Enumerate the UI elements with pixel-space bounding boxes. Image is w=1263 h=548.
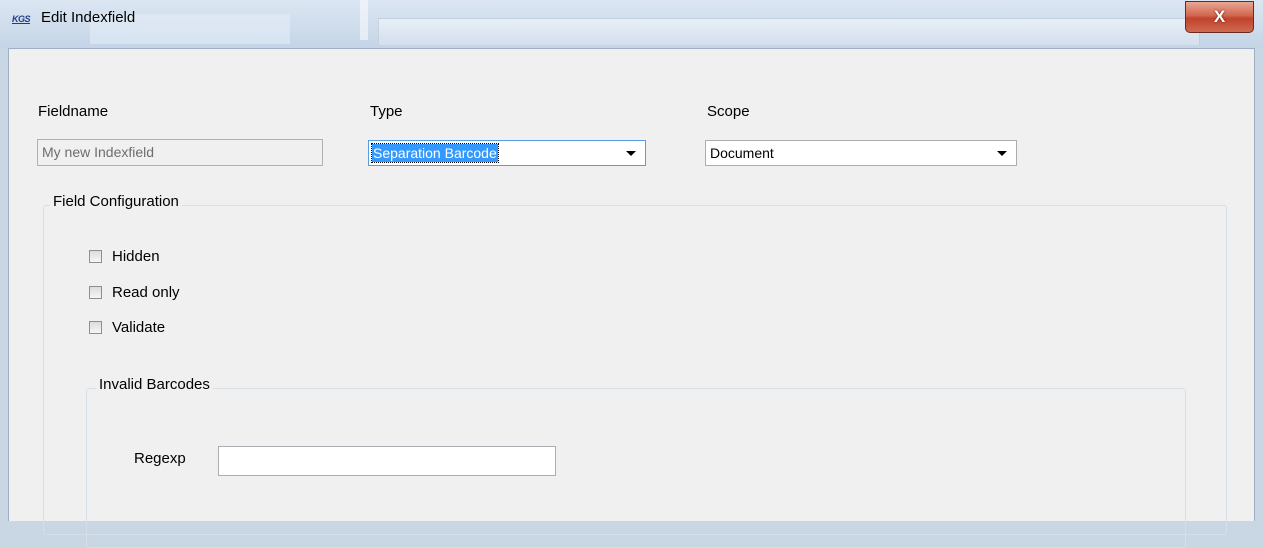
type-selected-value: Separation Barcode (371, 143, 499, 163)
validate-checkbox[interactable] (89, 321, 102, 334)
scope-select[interactable]: Document (705, 140, 1017, 166)
type-select[interactable]: Separation Barcode (368, 140, 646, 166)
scope-selected-value: Document (710, 145, 774, 161)
hidden-checkbox[interactable] (89, 250, 102, 263)
close-icon: X (1213, 7, 1226, 26)
regexp-input[interactable] (218, 446, 556, 476)
background-window-ghost (378, 18, 1200, 46)
field-configuration-title: Field Configuration (50, 193, 182, 210)
app-logo-icon: KGS (12, 14, 31, 24)
close-button[interactable]: X (1185, 1, 1254, 33)
read-only-checkbox[interactable] (89, 286, 102, 299)
hidden-label[interactable]: Hidden (112, 248, 160, 265)
type-label: Type (370, 103, 403, 120)
scope-label: Scope (707, 103, 750, 120)
regexp-label: Regexp (134, 450, 186, 467)
read-only-label[interactable]: Read only (112, 284, 180, 301)
chevron-down-icon[interactable] (997, 151, 1007, 156)
fieldname-input[interactable]: My new Indexfield (37, 139, 323, 166)
background-window-ghost (360, 0, 368, 40)
invalid-barcodes-title: Invalid Barcodes (96, 376, 213, 393)
window-title: Edit Indexfield (41, 9, 136, 26)
fieldname-label: Fieldname (38, 103, 109, 120)
title-bar[interactable]: KGS Edit Indexfield X (0, 0, 1263, 48)
validate-label[interactable]: Validate (112, 319, 165, 336)
dialog-client-area: Fieldname Type Scope My new Indexfield S… (8, 48, 1255, 548)
chevron-down-icon[interactable] (626, 151, 636, 156)
